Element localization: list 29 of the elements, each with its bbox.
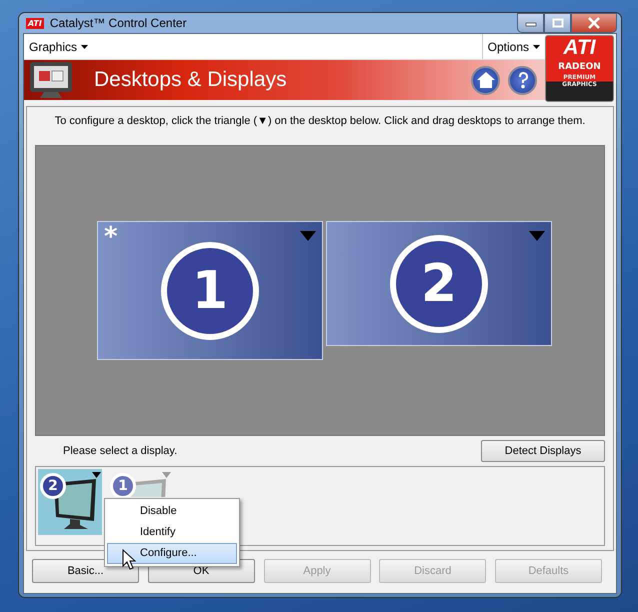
display-number: 1: [110, 473, 136, 497]
minimize-button[interactable]: [517, 13, 544, 33]
display-prompt: Please select a display.: [62, 445, 178, 457]
help-button[interactable]: [508, 66, 537, 94]
caret-icon: [81, 44, 88, 48]
dropdown-triangle-icon[interactable]: [92, 472, 101, 478]
desktop-number: 1: [161, 242, 259, 340]
primary-marker: *: [104, 222, 118, 252]
detect-displays-button[interactable]: Detect Displays: [481, 440, 605, 462]
close-button[interactable]: [571, 13, 617, 33]
context-menu-item[interactable]: Identify: [107, 522, 237, 543]
display-number: 2: [40, 473, 66, 499]
home-button[interactable]: [471, 66, 500, 94]
display-thumbnail[interactable]: 2: [38, 469, 102, 535]
home-icon: [476, 70, 496, 90]
app-logo: ATI: [26, 18, 44, 28]
page-title: Desktops & Displays: [93, 68, 288, 92]
desktop-tile[interactable]: * 1: [97, 221, 323, 360]
context-menu-item[interactable]: Configure...: [107, 543, 237, 564]
maximize-icon: [552, 18, 564, 28]
window-title: Catalyst™ Control Center: [50, 16, 188, 30]
close-icon: [587, 17, 601, 29]
graphics-menu[interactable]: Graphics: [24, 34, 94, 59]
instructions-text: To configure a desktop, click the triangle (▼) on the desktop below. Click and drag desktops to arrange them.: [54, 115, 586, 129]
maximize-button[interactable]: [544, 13, 571, 33]
desktop-number: 2: [390, 234, 488, 332]
desktop-tile[interactable]: 2: [326, 221, 552, 346]
caret-icon: [533, 44, 540, 48]
context-menu-item[interactable]: Disable: [107, 501, 237, 522]
